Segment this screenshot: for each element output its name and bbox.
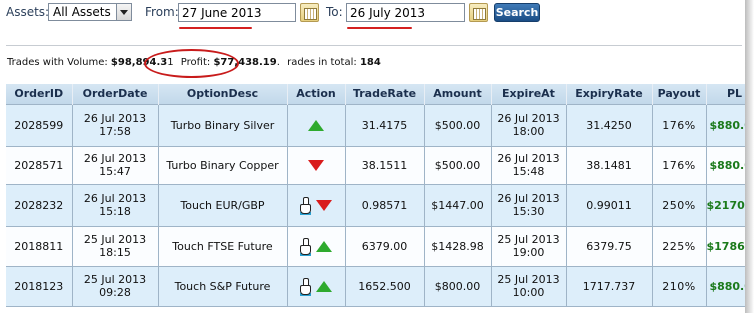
order-id: 2028232 <box>6 183 73 226</box>
profit-annotation-circle <box>144 49 239 78</box>
divider <box>6 45 742 46</box>
expiry-rate: 31.4250 <box>566 103 653 146</box>
profit-tail: . <box>276 57 280 68</box>
expire-at: 26 Jul 2013 15:30 <box>491 183 567 226</box>
table-row[interactable]: 2018811 25 Jul 2013 18:15 Touch FTSE Futu… <box>6 225 754 266</box>
trade-rate: 38.1511 <box>345 145 425 184</box>
action-cell <box>287 145 346 184</box>
order-date: 26 Jul 2013 15:18 <box>72 183 159 226</box>
touch-hand-icon <box>300 196 311 215</box>
expiry-rate: 38.1481 <box>566 145 653 184</box>
action-cell <box>287 103 346 146</box>
order-date: 26 Jul 2013 15:47 <box>72 145 159 184</box>
action-cell <box>287 265 346 307</box>
trade-rate: 6379.00 <box>345 225 425 266</box>
col-payout[interactable]: Payout <box>652 84 707 104</box>
amount: $1447.00 <box>424 183 492 226</box>
action-cell <box>287 225 346 266</box>
order-id: 2018123 <box>6 265 73 307</box>
calendar-icon[interactable] <box>300 3 319 22</box>
order-id: 2028571 <box>6 145 73 184</box>
assets-select-value: All Assets <box>53 5 111 19</box>
amount: $1428.98 <box>424 225 492 266</box>
filter-bar: Assets: All Assets From: 27 June 2013 To… <box>0 0 754 29</box>
expire-at: 26 Jul 2013 15:48 <box>491 145 567 184</box>
expire-at: 25 Jul 2013 19:00 <box>491 225 567 266</box>
option-desc: Turbo Binary Copper <box>158 145 288 184</box>
search-button[interactable]: Search <box>494 3 540 22</box>
from-date-input[interactable]: 27 June 2013 <box>178 3 296 22</box>
col-action[interactable]: Action <box>287 84 346 104</box>
action-cell <box>287 183 346 226</box>
amount: $800.00 <box>424 265 492 307</box>
trade-rate: 1652.500 <box>345 265 425 307</box>
chevron-down-icon[interactable] <box>116 4 131 20</box>
payout: 210% <box>652 265 707 307</box>
expire-at: 26 Jul 2013 18:00 <box>491 103 567 146</box>
touch-hand-icon <box>300 237 311 256</box>
assets-select[interactable]: All Assets <box>48 3 132 21</box>
to-date-annotation <box>347 27 412 29</box>
arrow-up-icon <box>308 120 324 131</box>
expiry-rate: 0.99011 <box>566 183 653 226</box>
arrow-up-icon <box>316 280 332 292</box>
expiry-rate: 1717.737 <box>566 265 653 307</box>
from-label: From: <box>145 5 179 19</box>
payout: 225% <box>652 225 707 266</box>
trades-total-value: 184 <box>359 57 381 68</box>
option-desc: Touch FTSE Future <box>158 225 288 266</box>
col-expiryrate[interactable]: ExpiryRate <box>566 84 653 104</box>
col-amount[interactable]: Amount <box>424 84 492 104</box>
amount: $500.00 <box>424 103 492 146</box>
expire-at: 25 Jul 2013 10:00 <box>491 265 567 307</box>
payout: 176% <box>652 103 707 146</box>
option-desc: Touch EUR/GBP <box>158 183 288 226</box>
trades-total-label: rades in total: <box>287 57 357 68</box>
table-header: OrderID OrderDate OptionDesc Action Trad… <box>6 84 754 104</box>
order-id: 2018811 <box>6 225 73 266</box>
payout: 176% <box>652 145 707 184</box>
table-row[interactable]: 2028232 26 Jul 2013 15:18 Touch EUR/GBP 0… <box>6 183 754 226</box>
amount: $500.00 <box>424 145 492 184</box>
payout: 250% <box>652 183 707 226</box>
order-date: 25 Jul 2013 18:15 <box>72 225 159 266</box>
assets-label: Assets: <box>6 5 50 19</box>
trade-rate: 31.4175 <box>345 103 425 146</box>
from-date-annotation <box>179 27 252 29</box>
trades-table: OrderID OrderDate OptionDesc Action Trad… <box>6 84 754 307</box>
order-date: 25 Jul 2013 09:28 <box>72 265 159 307</box>
col-traderate[interactable]: TradeRate <box>345 84 425 104</box>
touch-hand-icon <box>300 277 311 296</box>
trade-rate: 0.98571 <box>345 183 425 226</box>
arrow-down-icon <box>316 199 332 211</box>
col-optiondesc[interactable]: OptionDesc <box>158 84 288 104</box>
order-date: 26 Jul 2013 17:58 <box>72 103 159 146</box>
table-row[interactable]: 2018123 25 Jul 2013 09:28 Touch S&P Futur… <box>6 265 754 307</box>
window-edge-shadow <box>745 0 754 313</box>
volume-label: Trades with Volume: <box>7 57 108 68</box>
calendar-icon[interactable] <box>469 3 488 22</box>
col-expireat[interactable]: ExpireAt <box>491 84 567 104</box>
order-id: 2028599 <box>6 103 73 146</box>
option-desc: Turbo Binary Silver <box>158 103 288 146</box>
arrow-up-icon <box>316 240 332 252</box>
col-orderid[interactable]: OrderID <box>6 84 73 104</box>
option-desc: Touch S&P Future <box>158 265 288 307</box>
arrow-down-icon <box>308 160 324 171</box>
to-date-input[interactable]: 26 July 2013 <box>346 3 465 22</box>
col-orderdate[interactable]: OrderDate <box>72 84 159 104</box>
to-label: To: <box>326 5 343 19</box>
table-row[interactable]: 2028599 26 Jul 2013 17:58 Turbo Binary Si… <box>6 103 754 146</box>
table-row[interactable]: 2028571 26 Jul 2013 15:47 Turbo Binary Co… <box>6 145 754 184</box>
expiry-rate: 6379.75 <box>566 225 653 266</box>
